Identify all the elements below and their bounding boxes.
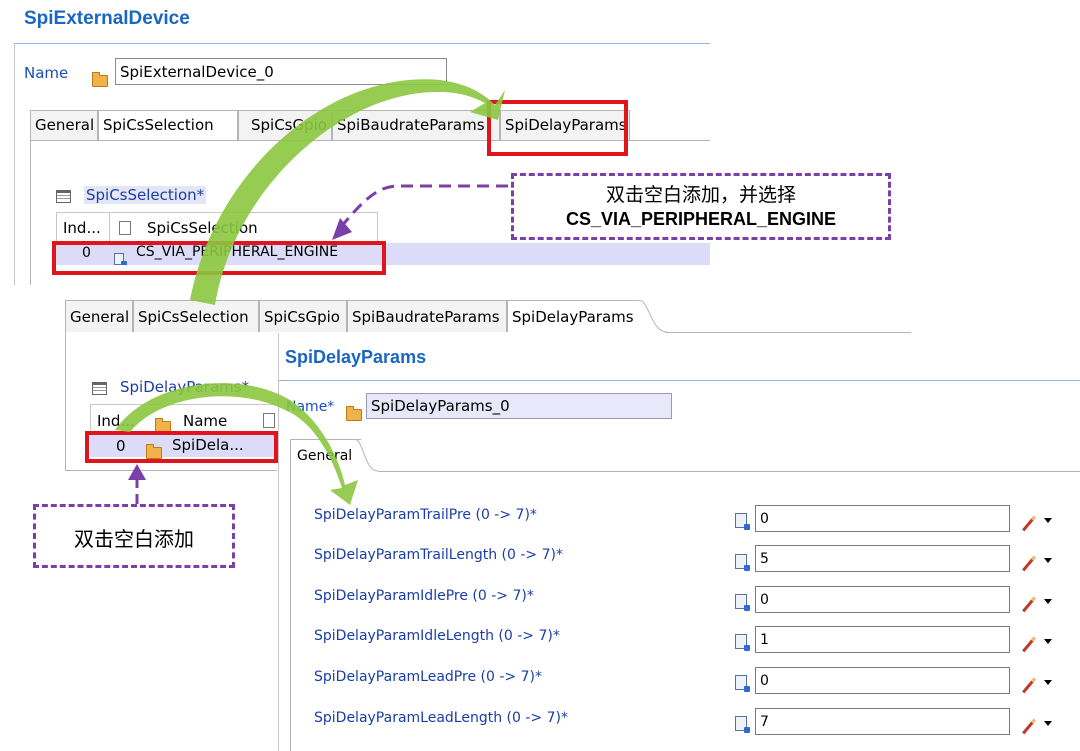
param-input[interactable]: 7 [755,708,1010,735]
param-input[interactable]: 0 [755,667,1010,694]
bottom-tab-strip: General SpiCsSelection SpiCsGpio SpiBaud… [65,300,911,333]
title-underline [14,43,710,44]
highlight-cs-row [52,241,386,275]
chevron-down-icon [1044,680,1052,685]
edit-menu[interactable] [1020,591,1052,613]
enum-icon [735,716,750,733]
chevron-down-icon [1044,558,1052,563]
param-input[interactable]: 0 [755,505,1010,532]
col-header-value[interactable]: SpiCsSelection [147,219,258,237]
detail-title-underline [279,380,1080,381]
callout-top: 双击空白添加，并选择 CS_VIA_PERIPHERAL_ENGINE [511,173,891,240]
param-label: SpiDelayParamIdlePre (0 -> 7)* [314,588,534,604]
left-border [14,44,15,285]
callout-bottom-text: 双击空白添加 [74,527,194,551]
doc-icon-header [263,413,275,428]
top-tab-body-border [30,140,31,285]
callout-top-line2: CS_VIA_PERIPHERAL_ENGINE [565,209,837,229]
edit-menu[interactable] [1020,631,1052,653]
param-label: SpiDelayParamLeadPre (0 -> 7)* [314,669,542,685]
detail-title: SpiDelayParams [285,347,427,367]
edit-menu[interactable] [1020,510,1052,532]
inner-tab-curve [354,439,379,472]
param-label: SpiDelayParamTrailLength (0 -> 7)* [314,547,563,563]
list-title: SpiDelayParams* [120,378,250,396]
param-label: SpiDelayParamIdleLength (0 -> 7)* [314,628,560,644]
page-title: SpiExternalDevice [24,8,190,29]
highlight-spidelayparams-tab [487,100,628,156]
chevron-down-icon [1044,721,1052,726]
param-input[interactable]: 1 [755,626,1010,653]
bottom-left-border [65,332,66,470]
tab-spicsselection-2[interactable]: SpiCsSelection [133,300,259,332]
tab-spibaudrateparams-2[interactable]: SpiBaudrateParams [347,300,507,332]
detail-folder-icon [346,405,362,421]
table-icon [56,190,71,203]
enum-icon [735,675,750,692]
chevron-down-icon [1044,639,1052,644]
edit-menu[interactable] [1020,550,1052,572]
edit-menu[interactable] [1020,713,1052,735]
col-divider [109,213,110,243]
tab-spidelayparams-2[interactable]: SpiDelayParams [507,300,639,332]
table-header: Ind... SpiCsSelection [56,212,378,243]
highlight-delay-row [85,431,278,463]
detail-left-border [278,333,279,751]
inner-tab-general[interactable]: General [290,439,361,472]
tab-spibaudrateparams[interactable]: SpiBaudrateParams [332,110,500,140]
detail-name-input[interactable]: SpiDelayParams_0 [366,393,672,419]
enum-icon [735,554,750,571]
name-input[interactable]: SpiExternalDevice_0 [115,58,447,85]
active-tab-curve [639,300,668,333]
doc-icon [119,221,131,235]
edit-menu[interactable] [1020,672,1052,694]
tab-spicsselection[interactable]: SpiCsSelection [98,110,238,140]
callout-top-line1: 双击空白添加，并选择 [605,184,796,206]
name-label: Name [24,64,69,82]
tab-general-2[interactable]: General [65,300,133,332]
bottom-list-area-border [65,470,277,471]
param-input[interactable]: 0 [755,586,1010,613]
enum-icon [735,513,750,530]
callout-bottom: 双击空白添加 [33,504,235,568]
tab-spicsgpio[interactable]: SpiCsGpio [238,110,332,140]
inner-tab-body-border [290,471,291,751]
chevron-down-icon [1044,518,1052,523]
list-icon [92,382,107,395]
table-title: SpiCsSelection* [84,186,207,204]
param-label: SpiDelayParamTrailPre (0 -> 7)* [314,507,537,523]
inner-tab-baseline [378,471,1080,472]
enum-icon [735,594,750,611]
folder-icon [92,71,108,87]
col-header-index[interactable]: Ind... [63,219,101,237]
list-col-name[interactable]: Name [183,412,227,430]
param-label: SpiDelayParamLeadLength (0 -> 7)* [314,710,568,726]
tab-spicsgpio-2[interactable]: SpiCsGpio [259,300,347,332]
list-col-index[interactable]: Ind... [97,412,135,430]
detail-name-label: Name* [286,399,335,415]
tab-general[interactable]: General [30,110,98,140]
param-input[interactable]: 5 [755,545,1010,572]
chevron-down-icon [1044,599,1052,604]
enum-icon [735,634,750,651]
